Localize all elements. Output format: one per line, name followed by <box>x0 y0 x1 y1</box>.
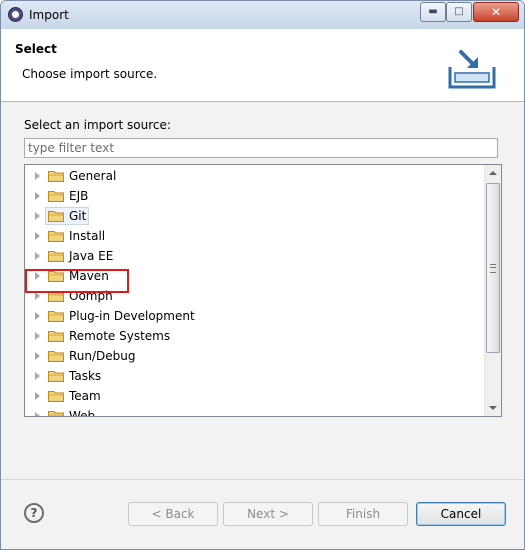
minimize-button[interactable]: ▬ <box>420 2 446 22</box>
tree-item-label: EJB <box>69 189 89 203</box>
scroll-up-icon[interactable] <box>489 171 497 175</box>
tree-item[interactable]: Java EE <box>25 246 485 266</box>
expand-arrow-icon[interactable] <box>35 232 40 240</box>
folder-icon <box>48 210 64 222</box>
tree-item-label: General <box>69 169 117 183</box>
tree-scrollbar[interactable] <box>484 165 501 416</box>
tree-item-label: Plug-in Development <box>69 309 195 323</box>
tree-item[interactable]: Team <box>25 386 485 406</box>
expand-arrow-icon[interactable] <box>35 372 40 380</box>
tree-item[interactable]: Plug-in Development <box>25 306 485 326</box>
content-area: Select an import source: General EJB Git In… <box>1 102 524 479</box>
wizard-header: Select Choose import source. <box>1 29 524 102</box>
folder-icon <box>48 410 64 416</box>
filter-input[interactable] <box>24 138 498 158</box>
next-button[interactable]: Next > <box>223 502 313 526</box>
source-label: Select an import source: <box>24 118 171 132</box>
import-dialog: Import ▬ □ ✕ Select Choose import source… <box>0 0 525 550</box>
page-description: Choose import source. <box>22 67 158 81</box>
folder-icon <box>48 230 64 242</box>
tree-item-label: Run/Debug <box>69 349 136 363</box>
tree-item[interactable]: Tasks <box>25 366 485 386</box>
expand-arrow-icon[interactable] <box>35 212 40 220</box>
scroll-down-icon[interactable] <box>489 406 497 410</box>
tree-item[interactable]: Run/Debug <box>25 346 485 366</box>
maximize-button[interactable]: □ <box>446 2 472 22</box>
help-icon[interactable]: ? <box>24 503 44 523</box>
close-button[interactable]: ✕ <box>473 2 519 22</box>
title-bar: Import ▬ □ ✕ <box>1 1 524 29</box>
tree-item-label: Tasks <box>69 369 102 383</box>
import-banner-icon <box>448 50 496 89</box>
folder-icon <box>48 330 64 342</box>
folder-icon <box>48 310 64 322</box>
tree-item-label: Install <box>69 229 106 243</box>
eclipse-app-icon <box>8 7 23 22</box>
scroll-thumb[interactable] <box>486 183 500 353</box>
tree-item-label: Remote Systems <box>69 329 171 343</box>
tree-item[interactable]: Git <box>25 206 485 226</box>
window-title: Import <box>29 8 69 22</box>
grip-icon <box>490 264 496 273</box>
tree-item[interactable]: General <box>25 166 485 186</box>
expand-arrow-icon[interactable] <box>35 312 40 320</box>
cancel-button[interactable]: Cancel <box>416 502 506 526</box>
folder-icon <box>48 390 64 402</box>
finish-button[interactable]: Finish <box>318 502 408 526</box>
tree-item-label: Git <box>69 209 87 223</box>
folder-icon <box>48 170 64 182</box>
page-title: Select <box>15 42 57 56</box>
folder-icon <box>48 350 64 362</box>
folder-icon <box>48 190 64 202</box>
expand-arrow-icon[interactable] <box>35 292 40 300</box>
folder-icon <box>48 370 64 382</box>
git-highlight-annotation <box>25 269 129 293</box>
expand-arrow-icon[interactable] <box>35 332 40 340</box>
expand-arrow-icon[interactable] <box>35 252 40 260</box>
tree-item[interactable]: Install <box>25 226 485 246</box>
button-bar: ? < Back Next > Finish Cancel <box>1 479 524 549</box>
folder-icon <box>48 250 64 262</box>
tree-item[interactable]: Remote Systems <box>25 326 485 346</box>
tree-item-label: Web <box>69 409 96 417</box>
back-button[interactable]: < Back <box>128 502 218 526</box>
tree-item[interactable]: EJB <box>25 186 485 206</box>
tree-item-label: Team <box>69 389 101 403</box>
expand-arrow-icon[interactable] <box>35 392 40 400</box>
expand-arrow-icon[interactable] <box>35 172 40 180</box>
tree-item-label: Java EE <box>69 249 114 263</box>
expand-arrow-icon[interactable] <box>35 412 40 416</box>
expand-arrow-icon[interactable] <box>35 352 40 360</box>
tree-item[interactable]: Web <box>25 406 485 417</box>
source-tree[interactable]: General EJB Git Install Java EE Maven Oomph Plu… <box>24 164 502 417</box>
expand-arrow-icon[interactable] <box>35 192 40 200</box>
